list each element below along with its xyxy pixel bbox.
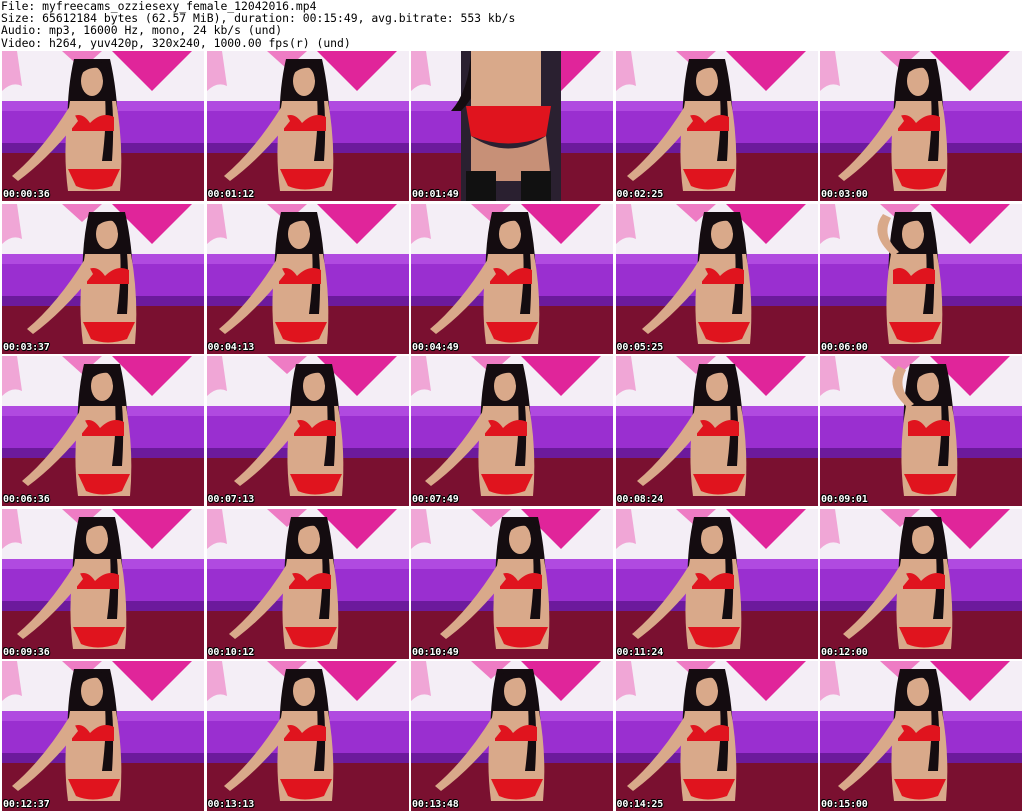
file-info-header: File: myfreecams_ozziesexy_female_120420… <box>0 0 1024 50</box>
timestamp-label: 00:08:24 <box>616 494 664 505</box>
thumbnail-frame: 00:13:48 <box>411 661 613 811</box>
video-frame-image <box>820 356 1022 506</box>
timestamp-label: 00:04:49 <box>412 341 459 353</box>
thumbnail-frame: 00:03:37 <box>2 203 204 354</box>
thumbnail-frame: 00:14:25 <box>615 661 818 811</box>
timestamp-label: 00:10:49 <box>412 646 459 658</box>
thumbnail-frame: 00:09:01 <box>820 356 1022 506</box>
thumbnail-frame: 00:12:37 <box>2 661 204 811</box>
video-frame-image <box>820 51 1022 201</box>
video-frame-image <box>615 661 818 811</box>
thumbnail-frame: 00:13:13 <box>206 661 409 811</box>
video-frame-image <box>820 203 1022 354</box>
video-frame-image <box>2 508 204 659</box>
thumbnail-frame: 00:15:00 <box>820 661 1022 811</box>
timestamp-label: 00:03:37 <box>3 341 50 353</box>
audio-line: Audio: mp3, 16000 Hz, mono, 24 kb/s (und… <box>1 23 283 38</box>
timestamp-label: 00:15:00 <box>821 799 868 810</box>
timestamp-label: 00:10:12 <box>207 646 255 658</box>
timestamp-label: 00:07:13 <box>207 494 255 505</box>
video-frame-image <box>411 661 613 811</box>
video-frame-image <box>2 51 204 201</box>
timestamp-label: 00:05:25 <box>616 341 664 353</box>
video-frame-image <box>206 508 409 659</box>
timestamp-label: 00:09:01 <box>821 494 868 505</box>
video-frame-image <box>206 661 409 811</box>
video-frame-image <box>820 508 1022 659</box>
thumbnail-frame: 00:09:36 <box>2 508 204 659</box>
thumbnail-frame: 00:12:00 <box>820 508 1022 659</box>
timestamp-label: 00:03:00 <box>821 189 868 200</box>
timestamp-label: 00:11:24 <box>616 646 664 658</box>
thumbnail-frame: 00:06:36 <box>2 356 204 506</box>
video-frame-image <box>2 661 204 811</box>
video-frame-image <box>206 203 409 354</box>
timestamp-label: 00:14:25 <box>616 799 664 810</box>
thumbnail-frame: 00:04:13 <box>206 203 409 354</box>
timestamp-label: 00:13:48 <box>412 799 459 810</box>
video-frame-image <box>206 356 409 506</box>
video-frame-image <box>615 203 818 354</box>
timestamp-label: 00:01:12 <box>207 189 255 200</box>
video-frame-image <box>615 51 818 201</box>
thumbnail-frame: 00:02:25 <box>615 51 818 201</box>
thumbnail-frame: 00:05:25 <box>615 203 818 354</box>
thumbnail-frame: 00:06:00 <box>820 203 1022 354</box>
video-frame-image <box>411 203 613 354</box>
video-frame-image <box>411 51 613 201</box>
thumbnail-frame: 00:10:49 <box>411 508 613 659</box>
timestamp-label: 00:02:25 <box>616 189 664 200</box>
thumbnail-frame: 00:01:12 <box>206 51 409 201</box>
thumbnail-frame: 00:04:49 <box>411 203 613 354</box>
thumbnail-frame: 00:01:49 <box>411 51 613 201</box>
timestamp-label: 00:04:13 <box>207 341 255 353</box>
timestamp-label: 00:01:49 <box>412 189 459 200</box>
thumbnail-frame: 00:07:49 <box>411 356 613 506</box>
video-frame-image <box>615 356 818 506</box>
timestamp-label: 00:06:00 <box>821 341 868 353</box>
video-frame-image <box>411 356 613 506</box>
thumbnail-frame: 00:07:13 <box>206 356 409 506</box>
thumbnail-frame: 00:11:24 <box>615 508 818 659</box>
thumbnail-frame: 00:08:24 <box>615 356 818 506</box>
timestamp-label: 00:13:13 <box>207 799 255 810</box>
timestamp-label: 00:12:00 <box>821 646 868 658</box>
video-frame-image <box>411 508 613 659</box>
video-frame-image <box>2 203 204 354</box>
timestamp-label: 00:06:36 <box>3 494 50 505</box>
timestamp-label: 00:07:49 <box>412 494 459 505</box>
timestamp-label: 00:00:36 <box>3 189 50 200</box>
timestamp-label: 00:12:37 <box>3 799 50 810</box>
thumbnail-frame: 00:00:36 <box>2 51 204 201</box>
video-frame-image <box>2 356 204 506</box>
video-line: Video: h264, yuv420p, 320x240, 1000.00 f… <box>1 35 351 50</box>
video-frame-image <box>615 508 818 659</box>
video-frame-image <box>820 661 1022 811</box>
thumbnail-frame: 00:03:00 <box>820 51 1022 201</box>
thumbnail-frame: 00:10:12 <box>206 508 409 659</box>
timestamp-label: 00:09:36 <box>3 646 50 658</box>
thumbnail-grid: 00:00:36 00:01:12 00:01:49 00:02:25 00:03:00… <box>2 51 1022 811</box>
video-frame-image <box>206 51 409 201</box>
